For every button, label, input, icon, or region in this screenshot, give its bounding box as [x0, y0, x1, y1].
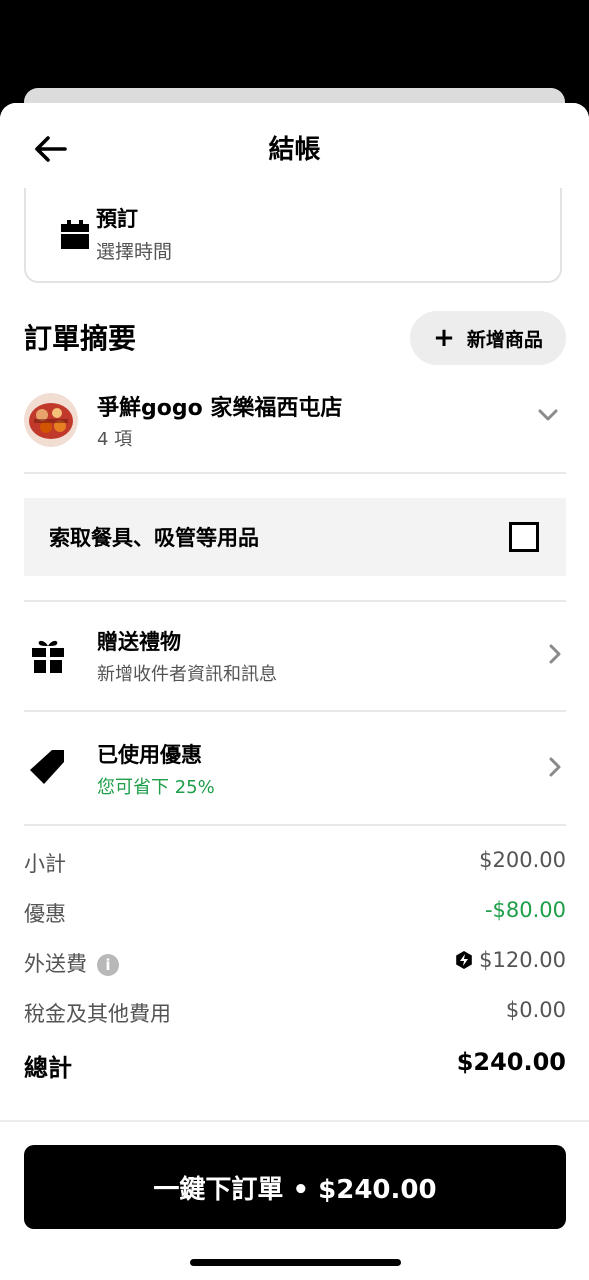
divider: [24, 710, 566, 712]
utensils-label: 索取餐具、吸管等用品: [49, 526, 259, 550]
home-indicator: [190, 1259, 401, 1266]
subtotal-value: $200.00: [479, 848, 566, 872]
total-value: $240.00: [456, 1048, 566, 1076]
tax-row: 稅金及其他費用 $0.00: [24, 998, 566, 1048]
chevron-down-icon[interactable]: [538, 409, 558, 421]
header: 結帳: [0, 103, 589, 188]
utensils-option[interactable]: 索取餐具、吸管等用品: [24, 498, 566, 576]
place-order-label: 一鍵下訂單 • $240.00: [153, 1174, 437, 1205]
info-icon[interactable]: i: [97, 954, 119, 976]
utensils-checkbox[interactable]: [509, 522, 539, 552]
add-item-label: 新增商品: [466, 328, 543, 351]
total-row: 總計 $240.00: [24, 1048, 566, 1098]
store-item-count: 4 項: [97, 429, 133, 450]
discount-row: 優惠 -$80.00: [24, 898, 566, 948]
delivery-fee-row: 外送費 i $120.00: [24, 948, 566, 998]
promotion-savings: 您可省下 25%: [97, 777, 215, 798]
discount-label: 優惠: [24, 902, 66, 926]
calendar-icon: [61, 220, 89, 249]
send-gift-subtitle: 新增收件者資訊和訊息: [97, 664, 277, 685]
order-summary-title: 訂單摘要: [24, 322, 137, 355]
subtotal-row: 小計 $200.00: [24, 848, 566, 898]
chevron-right-icon: [549, 644, 561, 664]
send-gift-title: 贈送禮物: [97, 630, 181, 654]
store-name: 爭鮮gogo 家樂福西屯店: [97, 396, 343, 421]
divider: [24, 824, 566, 826]
store-avatar: [24, 393, 78, 447]
chevron-right-icon: [549, 757, 561, 777]
checkout-sheet: 結帳 預訂 選擇時間 訂單摘要 + 新增商品 爭鮮gogo 家樂福西屯店 4 項…: [0, 103, 589, 1280]
divider: [0, 1120, 589, 1122]
delivery-fee-value: $120.00: [479, 948, 566, 972]
place-order-button[interactable]: 一鍵下訂單 • $240.00: [24, 1145, 566, 1229]
tax-label: 稅金及其他費用: [24, 1002, 171, 1026]
store-row[interactable]: 爭鮮gogo 家樂福西屯店 4 項: [24, 387, 566, 473]
schedule-subtitle: 選擇時間: [96, 241, 173, 263]
plus-icon: +: [433, 323, 455, 353]
tag-icon: [30, 750, 64, 784]
delivery-fee-label: 外送費: [24, 952, 87, 976]
subtotal-label: 小計: [24, 852, 66, 876]
delivery-fee-value-group: $120.00: [455, 948, 566, 972]
page-title: 結帳: [268, 135, 321, 165]
schedule-title: 預訂: [96, 207, 138, 231]
send-gift-row[interactable]: 贈送禮物 新增收件者資訊和訊息: [24, 613, 566, 709]
cost-summary: 小計 $200.00 優惠 -$80.00 外送費 i $120.00 稅金及其他…: [24, 848, 566, 1098]
delivery-fee-label-group: 外送費 i: [24, 948, 119, 978]
lightning-bolt-icon: [456, 951, 472, 969]
add-item-button[interactable]: + 新增商品: [410, 311, 566, 365]
divider: [24, 472, 566, 474]
promotion-title: 已使用優惠: [97, 743, 202, 767]
tax-value: $0.00: [505, 998, 566, 1022]
discount-value: -$80.00: [484, 898, 566, 922]
total-label: 總計: [24, 1054, 72, 1082]
gift-icon: [32, 640, 64, 673]
promotion-row[interactable]: 已使用優惠 您可省下 25%: [24, 726, 566, 822]
divider: [24, 600, 566, 602]
